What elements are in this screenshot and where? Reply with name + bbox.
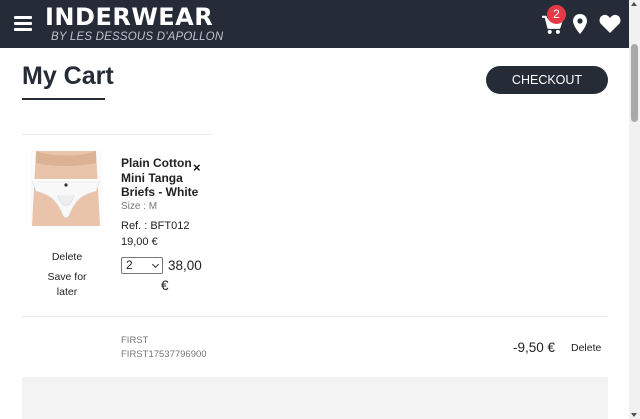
line-total-currency: €	[161, 278, 169, 293]
divider	[22, 134, 212, 135]
promo-discount-amount: -9,50 €	[513, 340, 556, 355]
page-scrollbar[interactable]	[629, 0, 640, 419]
delete-item-link[interactable]: Delete	[22, 251, 112, 263]
product-size: Size : M	[121, 201, 158, 212]
chevron-down-icon	[151, 260, 160, 269]
menu-icon[interactable]	[14, 16, 32, 31]
scroll-down-arrow-icon[interactable]	[631, 413, 637, 417]
promo-name: FIRST	[121, 335, 149, 346]
promo-code: FIRST17537796900	[121, 349, 207, 360]
product-reference: Ref. : BFT012	[121, 220, 190, 232]
summary-panel	[22, 377, 608, 419]
site-logo[interactable]: INDERWEAR BY LES DESSOUS D'APOLLON	[45, 3, 223, 43]
scroll-up-arrow-icon[interactable]	[631, 2, 637, 6]
logo-main-text: INDERWEAR	[45, 3, 214, 31]
logo-sub-text: BY LES DESSOUS D'APOLLON	[51, 31, 224, 43]
cart-count-badge[interactable]: 2	[547, 5, 566, 24]
product-image[interactable]	[30, 151, 102, 226]
title-underline	[22, 98, 105, 100]
heart-icon[interactable]	[599, 14, 621, 34]
product-unit-price: 19,00 €	[121, 236, 158, 248]
checkout-button[interactable]: CHECKOUT	[486, 66, 608, 94]
scroll-thumb[interactable]	[631, 44, 638, 122]
delete-promo-link[interactable]: Delete	[571, 342, 601, 354]
save-for-later-link[interactable]: Save for later	[40, 270, 94, 300]
page-title: My Cart	[22, 62, 114, 90]
remove-item-icon[interactable]: ×	[193, 161, 201, 174]
line-total: 38,00	[168, 258, 202, 273]
divider	[22, 316, 608, 317]
site-header: INDERWEAR BY LES DESSOUS D'APOLLON 2	[0, 0, 629, 48]
product-name[interactable]: Plain Cotton Mini Tanga Briefs - White	[121, 156, 203, 200]
quantity-select[interactable]: 2	[121, 257, 163, 274]
quantity-value: 2	[126, 258, 133, 272]
location-pin-icon[interactable]	[573, 14, 587, 34]
